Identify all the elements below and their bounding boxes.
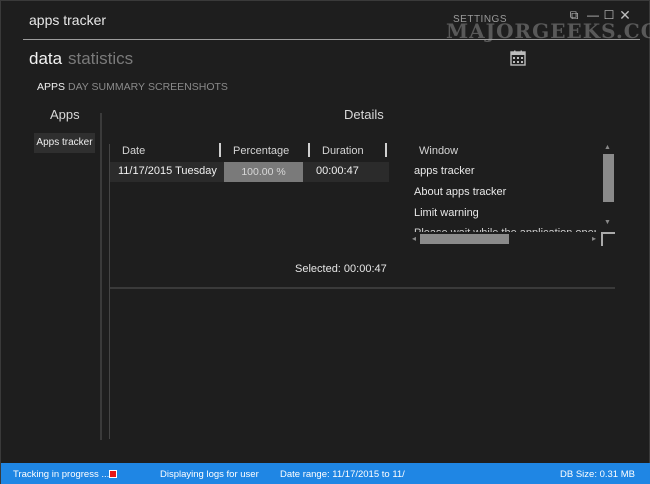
column-divider bbox=[100, 113, 102, 440]
column-header-date[interactable]: Date bbox=[122, 145, 145, 157]
title-divider bbox=[23, 39, 640, 40]
row-duration: 00:00:47 bbox=[316, 165, 359, 177]
window-list-item[interactable]: About apps tracker bbox=[414, 186, 506, 198]
app-window: apps tracker MAJORGEEKS.COM SETTINGS ⧉ —… bbox=[0, 0, 650, 484]
maximize-button[interactable]: ☐ bbox=[601, 7, 617, 23]
tab-apps[interactable]: APPS bbox=[37, 81, 65, 93]
scroll-left-icon[interactable]: ◂ bbox=[412, 234, 416, 243]
scroll-right-icon[interactable]: ▸ bbox=[592, 234, 596, 243]
window-list-item[interactable]: Limit warning bbox=[414, 207, 479, 219]
column-header-percentage[interactable]: Percentage bbox=[233, 145, 289, 157]
column-resize-handle[interactable] bbox=[385, 143, 387, 157]
column-header-duration[interactable]: Duration bbox=[322, 145, 364, 157]
scroll-up-icon[interactable]: ▲ bbox=[604, 144, 611, 151]
status-bar: Tracking in progress ... Displaying logs… bbox=[1, 463, 650, 484]
column-resize-handle[interactable] bbox=[219, 143, 221, 157]
app-list-item[interactable]: Apps tracker bbox=[34, 133, 95, 153]
tab-day-summary[interactable]: DAY SUMMARY bbox=[68, 81, 145, 93]
window-list-item[interactable]: apps tracker bbox=[414, 165, 475, 177]
date-range-text: Date range: 11/17/2015 to 11/ bbox=[280, 469, 405, 480]
minimize-button[interactable]: — bbox=[585, 7, 601, 23]
scroll-corner bbox=[601, 232, 615, 246]
scroll-down-icon[interactable]: ▼ bbox=[604, 219, 611, 226]
window-list-item[interactable]: Please wait while the application opens bbox=[414, 227, 596, 232]
pivot-statistics[interactable]: statistics bbox=[68, 49, 133, 69]
window-column-header: Window bbox=[419, 145, 459, 157]
details-header: Details bbox=[344, 107, 384, 122]
details-divider bbox=[110, 287, 615, 289]
db-size-text: DB Size: 0.31 MB bbox=[560, 469, 635, 480]
percentage-bar: 100.00 % bbox=[224, 162, 303, 182]
settings-link[interactable]: SETTINGS bbox=[453, 14, 507, 25]
vertical-scrollbar-thumb[interactable] bbox=[603, 154, 614, 202]
horizontal-scrollbar-thumb[interactable] bbox=[420, 234, 509, 244]
tracking-status: Tracking in progress ... bbox=[13, 469, 110, 480]
row-date: 11/17/2015 Tuesday bbox=[118, 165, 217, 177]
tab-screenshots[interactable]: SCREENSHOTS bbox=[148, 81, 228, 93]
details-left-border bbox=[109, 144, 110, 439]
calendar-icon[interactable] bbox=[510, 50, 526, 66]
apps-header: Apps bbox=[50, 107, 80, 122]
stop-icon[interactable] bbox=[109, 470, 117, 478]
selected-duration: Selected: 00:00:47 bbox=[295, 263, 387, 275]
window-title: apps tracker bbox=[29, 12, 107, 28]
displaying-logs-text: Displaying logs for user bbox=[160, 469, 259, 480]
column-resize-handle[interactable] bbox=[308, 143, 310, 157]
pivot-data[interactable]: data bbox=[29, 49, 62, 69]
close-button[interactable]: ✕ bbox=[617, 7, 633, 23]
restore-icon[interactable]: ⧉ bbox=[566, 7, 582, 23]
